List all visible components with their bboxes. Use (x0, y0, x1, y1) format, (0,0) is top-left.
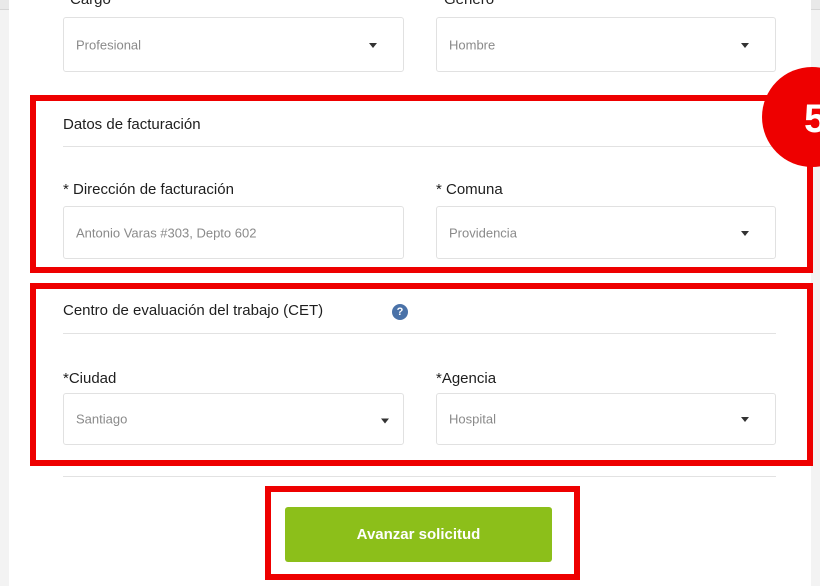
genero-value: Hombre (449, 37, 496, 52)
cargo-value: Profesional (76, 37, 142, 52)
genero-select[interactable]: Hombre (436, 17, 776, 72)
cargo-label: Cargo (70, 0, 111, 8)
chevron-down-icon (369, 42, 377, 48)
bottom-divider (63, 476, 776, 477)
genero-label: Género (444, 0, 494, 8)
billing-highlight-box (30, 95, 813, 273)
step-number: 5 (804, 97, 820, 141)
page: Cargo Género Profesional Hombre Datos de… (0, 0, 820, 586)
chevron-down-icon (741, 42, 749, 48)
cargo-select[interactable]: Profesional (63, 17, 404, 72)
cet-highlight-box (30, 283, 813, 466)
advance-request-button[interactable]: Avanzar solicitud (285, 507, 552, 562)
